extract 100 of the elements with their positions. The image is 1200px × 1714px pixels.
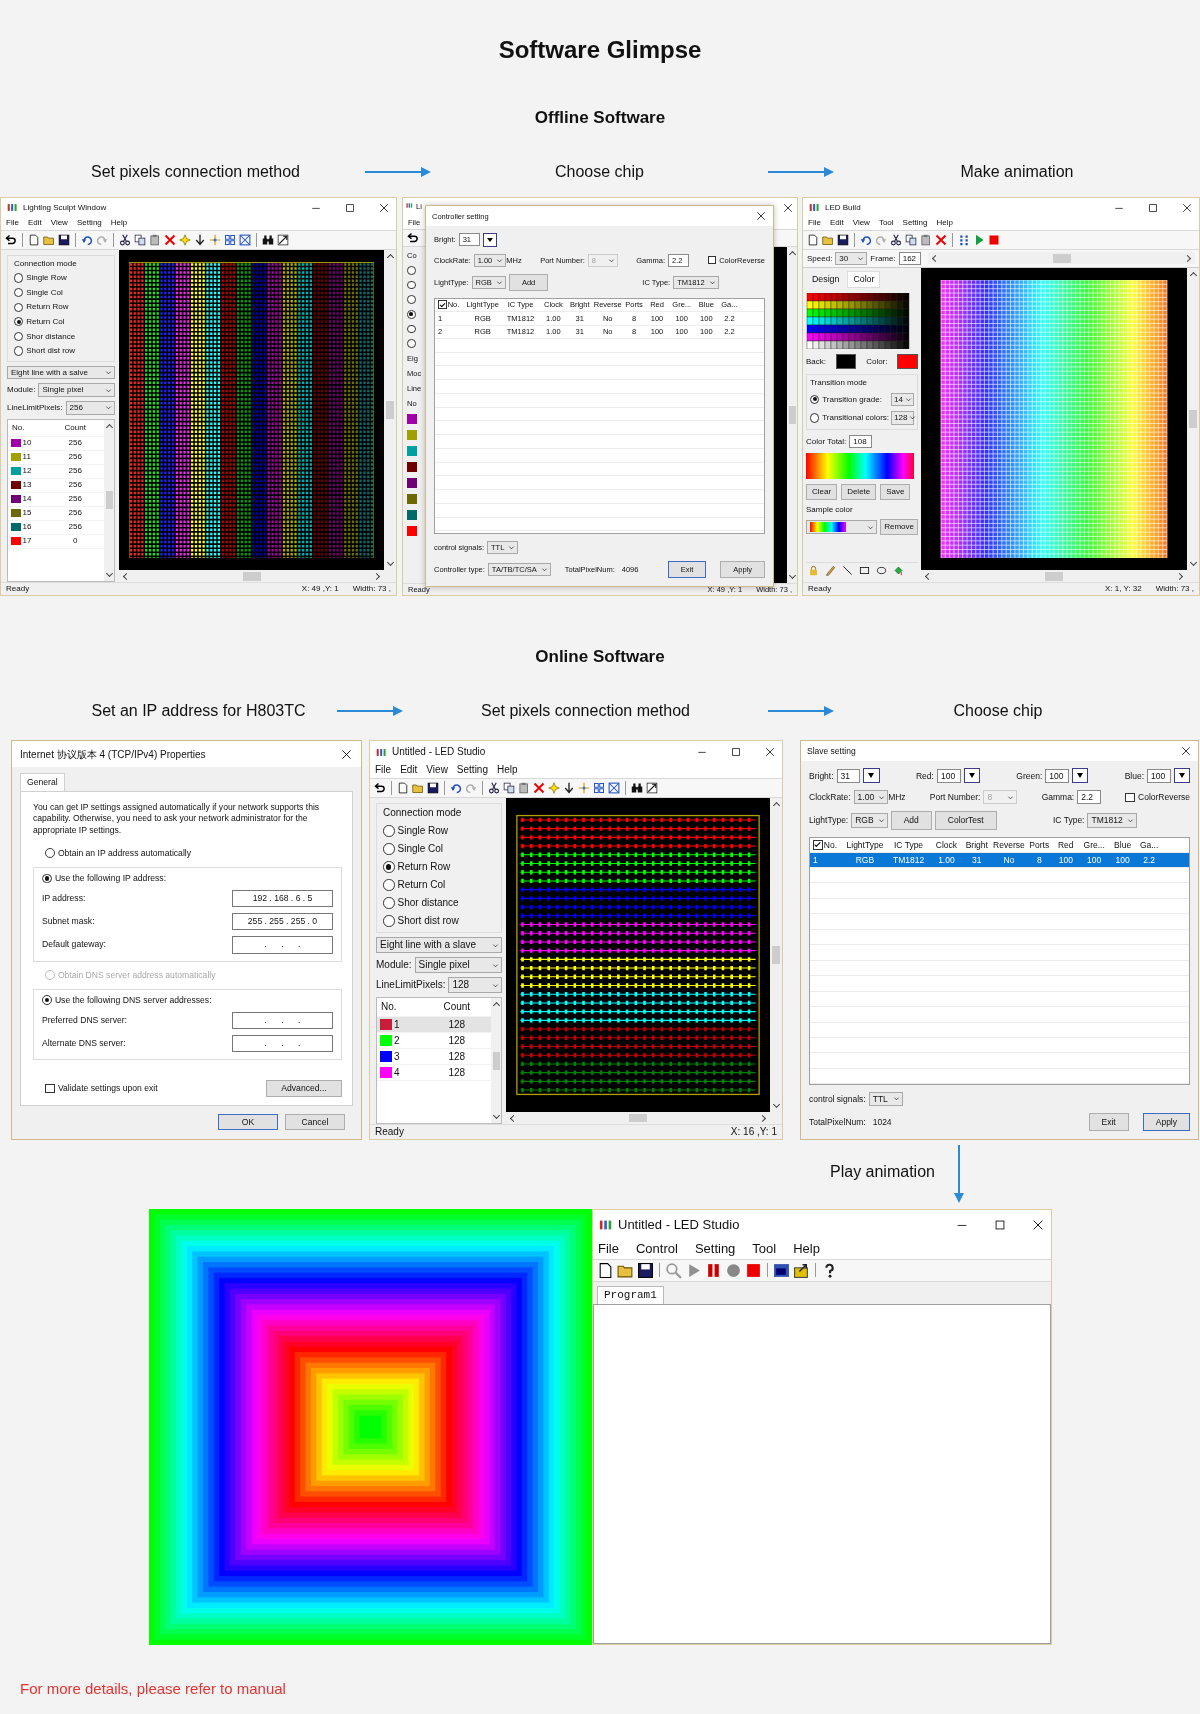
- scrollbar[interactable]: [928, 252, 1195, 265]
- menu-item[interactable]: Help: [110, 218, 128, 228]
- list-row[interactable]: 13 256: [8, 478, 104, 493]
- stop-icon[interactable]: [745, 1261, 762, 1279]
- new-file-icon[interactable]: [597, 1261, 614, 1279]
- input-field[interactable]: 100: [1045, 768, 1070, 783]
- binoculars-icon[interactable]: [631, 782, 643, 794]
- radio-button[interactable]: [14, 273, 24, 283]
- grid-icon[interactable]: [224, 233, 236, 246]
- list-row[interactable]: 10 256: [8, 436, 104, 451]
- action-button[interactable]: Add: [890, 811, 932, 830]
- dropdown[interactable]: 1.00: [853, 790, 889, 805]
- fill-icon[interactable]: [893, 565, 904, 577]
- paste-icon[interactable]: [920, 233, 932, 246]
- option-label[interactable]: Return Col: [26, 316, 65, 327]
- close-icon[interactable]: [755, 210, 767, 222]
- list-row[interactable]: 14 256: [8, 492, 104, 507]
- menu-item[interactable]: File: [808, 218, 821, 228]
- dropdown-button[interactable]: [863, 768, 880, 784]
- grid-icon[interactable]: [593, 782, 605, 794]
- binoculars-icon[interactable]: [262, 233, 274, 246]
- radio-button[interactable]: [14, 346, 24, 356]
- save-icon[interactable]: [637, 1261, 654, 1279]
- tab[interactable]: Color: [847, 271, 881, 288]
- option-label[interactable]: Obtain an IP address automatically: [57, 847, 191, 859]
- image-arrow-icon[interactable]: [277, 233, 289, 246]
- menu-item[interactable]: View: [426, 764, 448, 776]
- dropdown[interactable]: Eight line with a slave: [376, 937, 502, 953]
- pencil-icon[interactable]: [825, 565, 836, 577]
- menu-item[interactable]: Edit: [27, 218, 42, 228]
- radio-button[interactable]: [407, 324, 416, 334]
- menu-item[interactable]: File: [598, 1241, 619, 1257]
- radio-button[interactable]: [14, 302, 24, 312]
- option-label[interactable]: Shor distance: [397, 897, 459, 909]
- dropdown[interactable]: 128: [891, 411, 914, 425]
- option-label[interactable]: Transition grade:: [822, 394, 882, 405]
- radio-button[interactable]: [42, 995, 52, 1006]
- radio-button[interactable]: [383, 897, 395, 909]
- checkbox[interactable]: [813, 839, 823, 850]
- export-icon[interactable]: [793, 1261, 810, 1279]
- dropdown[interactable]: 128: [448, 977, 502, 993]
- radio-button[interactable]: [14, 317, 24, 327]
- dropdown-button[interactable]: [963, 768, 980, 784]
- action-button[interactable]: Save: [880, 484, 911, 500]
- radio-button[interactable]: [383, 915, 395, 927]
- dropdown[interactable]: 256: [65, 400, 115, 415]
- maximize-icon[interactable]: [1147, 201, 1159, 214]
- scrollbar[interactable]: [104, 419, 114, 582]
- menu-item[interactable]: Tool: [878, 218, 894, 228]
- tab[interactable]: Design: [806, 271, 846, 288]
- boxed-x-icon[interactable]: [239, 233, 251, 246]
- delete-icon[interactable]: [164, 233, 176, 246]
- input-field[interactable]: 255 . 255 . 255 . 0: [232, 913, 333, 931]
- menu-item[interactable]: Setting: [76, 218, 102, 228]
- close-icon[interactable]: [1181, 201, 1193, 214]
- list-row[interactable]: 2 128: [377, 1033, 491, 1049]
- scrollbar[interactable]: [491, 998, 501, 1123]
- image-arrow-icon[interactable]: [646, 782, 658, 794]
- action-button[interactable]: Advanced...: [266, 1080, 342, 1097]
- action-button[interactable]: Remove: [880, 519, 918, 536]
- input-field[interactable]: 192 . 168 . 6 . 5: [232, 890, 333, 908]
- list-row[interactable]: 11 256: [8, 450, 104, 465]
- radio-button[interactable]: [810, 394, 820, 404]
- option-label[interactable]: Return Row: [26, 302, 69, 312]
- undo-icon[interactable]: [407, 232, 419, 244]
- menu-item[interactable]: Edit: [400, 764, 418, 776]
- menu-item[interactable]: Setting: [456, 764, 488, 776]
- dropdown[interactable]: TTL: [868, 1091, 903, 1106]
- menu-item[interactable]: File: [375, 764, 392, 776]
- undo-icon[interactable]: [860, 233, 872, 246]
- undo-icon[interactable]: [450, 782, 462, 794]
- dropdown[interactable]: [806, 520, 878, 535]
- action-button[interactable]: Apply: [1142, 1112, 1190, 1131]
- list-row[interactable]: 1 128: [377, 1017, 491, 1033]
- close-icon[interactable]: [1031, 1218, 1045, 1232]
- close-icon[interactable]: [1180, 745, 1192, 757]
- scrollbar[interactable]: [384, 249, 396, 571]
- boxed-x-icon[interactable]: [608, 782, 620, 794]
- maximize-icon[interactable]: [993, 1218, 1007, 1232]
- down-arrow-icon[interactable]: [194, 233, 206, 246]
- maximize-icon[interactable]: [730, 746, 742, 758]
- scrollbar[interactable]: [770, 798, 782, 1112]
- checkbox[interactable]: [438, 300, 447, 310]
- input-field[interactable]: . . .: [232, 936, 333, 954]
- input-field[interactable]: 100: [1147, 768, 1171, 783]
- action-button[interactable]: OK: [218, 1113, 278, 1130]
- menu-item[interactable]: Setting: [694, 1241, 736, 1257]
- option-label[interactable]: Short dist row: [397, 915, 459, 927]
- scrollbar[interactable]: [787, 247, 797, 583]
- menu-item[interactable]: File: [6, 218, 19, 228]
- option-label[interactable]: Use the following IP address:: [54, 872, 167, 885]
- tab[interactable]: General: [20, 773, 65, 792]
- color-swatch[interactable]: [897, 353, 918, 369]
- paste-icon[interactable]: [149, 233, 161, 246]
- folder-icon[interactable]: [412, 782, 424, 794]
- menu-item[interactable]: Tool: [752, 1241, 777, 1257]
- dropdown[interactable]: Eight line with a salve: [7, 365, 115, 380]
- search-icon[interactable]: [665, 1261, 682, 1279]
- tab[interactable]: Program1: [597, 1285, 664, 1304]
- input-field[interactable]: 2.2: [1077, 790, 1101, 805]
